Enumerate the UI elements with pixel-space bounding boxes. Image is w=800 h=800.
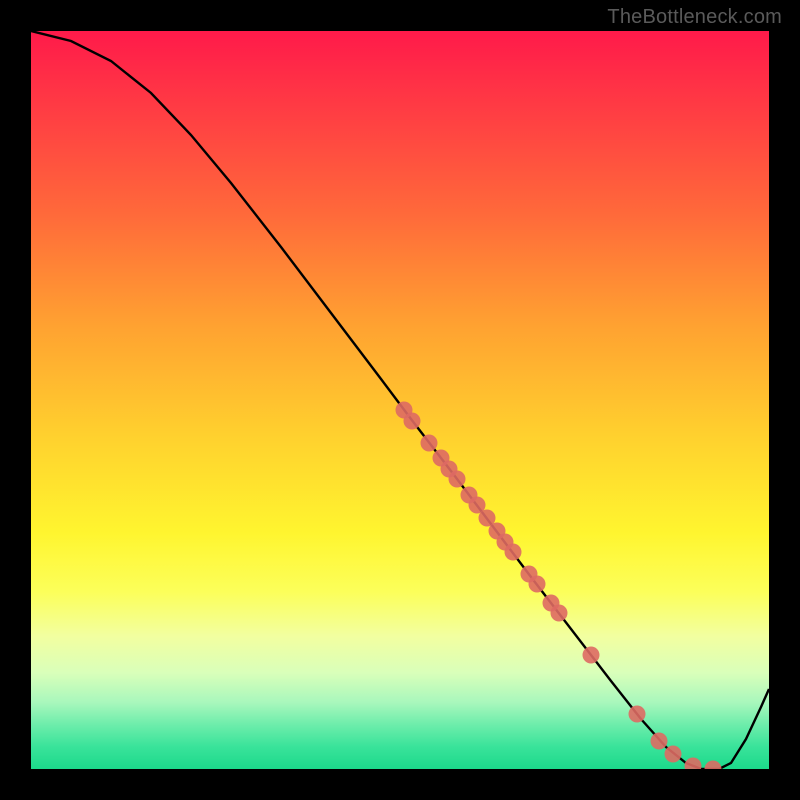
data-point: [583, 647, 600, 664]
bottleneck-curve: [31, 31, 769, 769]
data-point: [505, 544, 522, 561]
data-point: [404, 413, 421, 430]
data-point: [421, 435, 438, 452]
data-point: [685, 758, 702, 770]
chart-plot-area: [31, 31, 769, 769]
watermark-text: TheBottleneck.com: [607, 6, 782, 29]
curve-line: [31, 31, 769, 769]
data-point: [449, 471, 466, 488]
data-point: [551, 605, 568, 622]
data-point: [629, 706, 646, 723]
data-point: [651, 733, 668, 750]
data-point: [529, 576, 546, 593]
chart-svg: [31, 31, 769, 769]
data-points: [396, 402, 722, 770]
data-point: [705, 761, 722, 770]
data-point: [665, 746, 682, 763]
